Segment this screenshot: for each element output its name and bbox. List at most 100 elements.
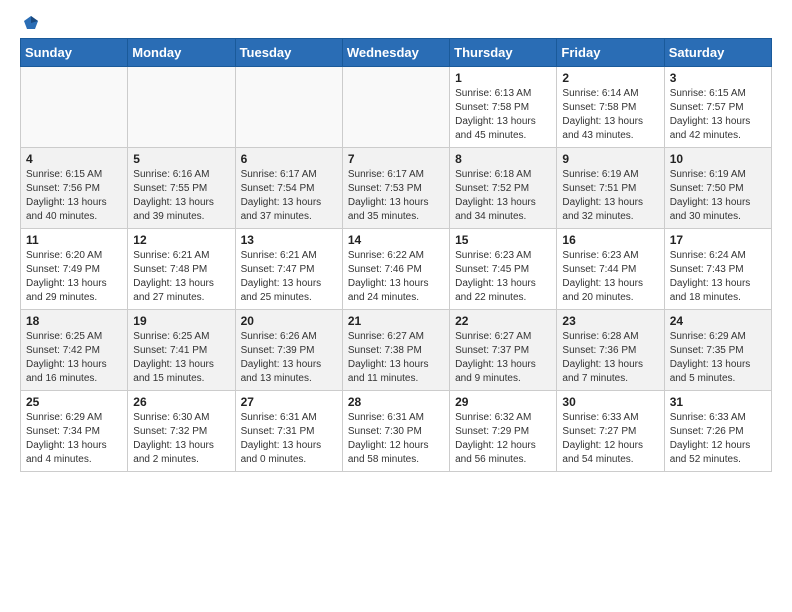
weekday-header-wednesday: Wednesday xyxy=(342,39,449,67)
calendar-day: 2 Sunrise: 6:14 AM Sunset: 7:58 PM Daylig… xyxy=(557,67,664,148)
day-info: Sunrise: 6:15 AM Sunset: 7:57 PM Dayligh… xyxy=(670,87,766,143)
day-number: 29 xyxy=(455,395,551,409)
day-info: Sunrise: 6:17 AM Sunset: 7:53 PM Dayligh… xyxy=(348,168,444,224)
day-number: 10 xyxy=(670,152,766,166)
day-number: 7 xyxy=(348,152,444,166)
logo-flag-icon xyxy=(22,14,40,32)
day-info: Sunrise: 6:15 AM Sunset: 7:56 PM Dayligh… xyxy=(26,168,122,224)
day-info: Sunrise: 6:22 AM Sunset: 7:46 PM Dayligh… xyxy=(348,249,444,305)
calendar-day xyxy=(128,67,235,148)
day-info: Sunrise: 6:21 AM Sunset: 7:48 PM Dayligh… xyxy=(133,249,229,305)
day-number: 6 xyxy=(241,152,337,166)
day-number: 2 xyxy=(562,71,658,85)
day-number: 22 xyxy=(455,314,551,328)
day-number: 8 xyxy=(455,152,551,166)
calendar-day: 25Sunrise: 6:29 AM Sunset: 7:34 PM Dayli… xyxy=(21,391,128,472)
day-info: Sunrise: 6:31 AM Sunset: 7:30 PM Dayligh… xyxy=(348,411,444,467)
calendar-week-row: 1 Sunrise: 6:13 AM Sunset: 7:58 PM Daylig… xyxy=(21,67,772,148)
calendar-day: 15 Sunrise: 6:23 AM Sunset: 7:45 PM Dayli… xyxy=(450,229,557,310)
day-number: 16 xyxy=(562,233,658,247)
logo xyxy=(20,16,40,28)
calendar-table: SundayMondayTuesdayWednesdayThursdayFrid… xyxy=(20,38,772,472)
weekday-header-saturday: Saturday xyxy=(664,39,771,67)
calendar-day: 28 Sunrise: 6:31 AM Sunset: 7:30 PM Dayli… xyxy=(342,391,449,472)
calendar-day: 31 Sunrise: 6:33 AM Sunset: 7:26 PM Dayli… xyxy=(664,391,771,472)
day-number: 12 xyxy=(133,233,229,247)
day-number: 17 xyxy=(670,233,766,247)
calendar-day xyxy=(342,67,449,148)
page-header xyxy=(20,16,772,28)
calendar-day: 7 Sunrise: 6:17 AM Sunset: 7:53 PM Daylig… xyxy=(342,148,449,229)
calendar-day: 20 Sunrise: 6:26 AM Sunset: 7:39 PM Dayli… xyxy=(235,310,342,391)
day-number: 1 xyxy=(455,71,551,85)
day-number: 19 xyxy=(133,314,229,328)
day-info: Sunrise: 6:33 AM Sunset: 7:27 PM Dayligh… xyxy=(562,411,658,467)
day-number: 11 xyxy=(26,233,122,247)
day-info: Sunrise: 6:24 AM Sunset: 7:43 PM Dayligh… xyxy=(670,249,766,305)
calendar-day: 23 Sunrise: 6:28 AM Sunset: 7:36 PM Dayli… xyxy=(557,310,664,391)
day-number: 23 xyxy=(562,314,658,328)
calendar-day: 6 Sunrise: 6:17 AM Sunset: 7:54 PM Daylig… xyxy=(235,148,342,229)
calendar-day: 21 Sunrise: 6:27 AM Sunset: 7:38 PM Dayli… xyxy=(342,310,449,391)
day-number: 13 xyxy=(241,233,337,247)
calendar-day xyxy=(235,67,342,148)
calendar-day: 11 Sunrise: 6:20 AM Sunset: 7:49 PM Dayli… xyxy=(21,229,128,310)
calendar-day: 4Sunrise: 6:15 AM Sunset: 7:56 PM Daylig… xyxy=(21,148,128,229)
day-number: 9 xyxy=(562,152,658,166)
day-info: Sunrise: 6:26 AM Sunset: 7:39 PM Dayligh… xyxy=(241,330,337,386)
day-number: 5 xyxy=(133,152,229,166)
calendar-day: 10 Sunrise: 6:19 AM Sunset: 7:50 PM Dayli… xyxy=(664,148,771,229)
calendar-day: 17 Sunrise: 6:24 AM Sunset: 7:43 PM Dayli… xyxy=(664,229,771,310)
calendar-day: 22 Sunrise: 6:27 AM Sunset: 7:37 PM Dayli… xyxy=(450,310,557,391)
day-info: Sunrise: 6:32 AM Sunset: 7:29 PM Dayligh… xyxy=(455,411,551,467)
calendar-day: 14 Sunrise: 6:22 AM Sunset: 7:46 PM Dayli… xyxy=(342,229,449,310)
day-info: Sunrise: 6:20 AM Sunset: 7:49 PM Dayligh… xyxy=(26,249,122,305)
day-info: Sunrise: 6:21 AM Sunset: 7:47 PM Dayligh… xyxy=(241,249,337,305)
calendar-day: 19 Sunrise: 6:25 AM Sunset: 7:41 PM Dayli… xyxy=(128,310,235,391)
day-info: Sunrise: 6:19 AM Sunset: 7:50 PM Dayligh… xyxy=(670,168,766,224)
calendar-header-row: SundayMondayTuesdayWednesdayThursdayFrid… xyxy=(21,39,772,67)
calendar-week-row: 25Sunrise: 6:29 AM Sunset: 7:34 PM Dayli… xyxy=(21,391,772,472)
day-number: 26 xyxy=(133,395,229,409)
day-info: Sunrise: 6:27 AM Sunset: 7:37 PM Dayligh… xyxy=(455,330,551,386)
day-number: 18 xyxy=(26,314,122,328)
day-number: 21 xyxy=(348,314,444,328)
day-number: 24 xyxy=(670,314,766,328)
day-number: 28 xyxy=(348,395,444,409)
calendar-day: 18Sunrise: 6:25 AM Sunset: 7:42 PM Dayli… xyxy=(21,310,128,391)
calendar-day xyxy=(21,67,128,148)
day-info: Sunrise: 6:33 AM Sunset: 7:26 PM Dayligh… xyxy=(670,411,766,467)
weekday-header-thursday: Thursday xyxy=(450,39,557,67)
day-info: Sunrise: 6:17 AM Sunset: 7:54 PM Dayligh… xyxy=(241,168,337,224)
calendar-day: 8Sunrise: 6:18 AM Sunset: 7:52 PM Daylig… xyxy=(450,148,557,229)
day-number: 3 xyxy=(670,71,766,85)
day-info: Sunrise: 6:13 AM Sunset: 7:58 PM Dayligh… xyxy=(455,87,551,143)
day-info: Sunrise: 6:16 AM Sunset: 7:55 PM Dayligh… xyxy=(133,168,229,224)
day-number: 27 xyxy=(241,395,337,409)
day-number: 25 xyxy=(26,395,122,409)
weekday-header-monday: Monday xyxy=(128,39,235,67)
day-info: Sunrise: 6:30 AM Sunset: 7:32 PM Dayligh… xyxy=(133,411,229,467)
calendar-day: 30 Sunrise: 6:33 AM Sunset: 7:27 PM Dayli… xyxy=(557,391,664,472)
calendar-day: 12 Sunrise: 6:21 AM Sunset: 7:48 PM Dayli… xyxy=(128,229,235,310)
day-number: 20 xyxy=(241,314,337,328)
day-info: Sunrise: 6:25 AM Sunset: 7:41 PM Dayligh… xyxy=(133,330,229,386)
day-number: 31 xyxy=(670,395,766,409)
day-info: Sunrise: 6:27 AM Sunset: 7:38 PM Dayligh… xyxy=(348,330,444,386)
day-info: Sunrise: 6:31 AM Sunset: 7:31 PM Dayligh… xyxy=(241,411,337,467)
weekday-header-sunday: Sunday xyxy=(21,39,128,67)
calendar-day: 24Sunrise: 6:29 AM Sunset: 7:35 PM Dayli… xyxy=(664,310,771,391)
calendar-week-row: 18Sunrise: 6:25 AM Sunset: 7:42 PM Dayli… xyxy=(21,310,772,391)
calendar-day: 5 Sunrise: 6:16 AM Sunset: 7:55 PM Daylig… xyxy=(128,148,235,229)
calendar-day: 27 Sunrise: 6:31 AM Sunset: 7:31 PM Dayli… xyxy=(235,391,342,472)
day-info: Sunrise: 6:23 AM Sunset: 7:45 PM Dayligh… xyxy=(455,249,551,305)
day-number: 14 xyxy=(348,233,444,247)
calendar-day: 16Sunrise: 6:23 AM Sunset: 7:44 PM Dayli… xyxy=(557,229,664,310)
calendar-day: 26 Sunrise: 6:30 AM Sunset: 7:32 PM Dayli… xyxy=(128,391,235,472)
calendar-week-row: 4Sunrise: 6:15 AM Sunset: 7:56 PM Daylig… xyxy=(21,148,772,229)
day-number: 15 xyxy=(455,233,551,247)
day-info: Sunrise: 6:28 AM Sunset: 7:36 PM Dayligh… xyxy=(562,330,658,386)
calendar-day: 1 Sunrise: 6:13 AM Sunset: 7:58 PM Daylig… xyxy=(450,67,557,148)
day-number: 30 xyxy=(562,395,658,409)
day-info: Sunrise: 6:14 AM Sunset: 7:58 PM Dayligh… xyxy=(562,87,658,143)
